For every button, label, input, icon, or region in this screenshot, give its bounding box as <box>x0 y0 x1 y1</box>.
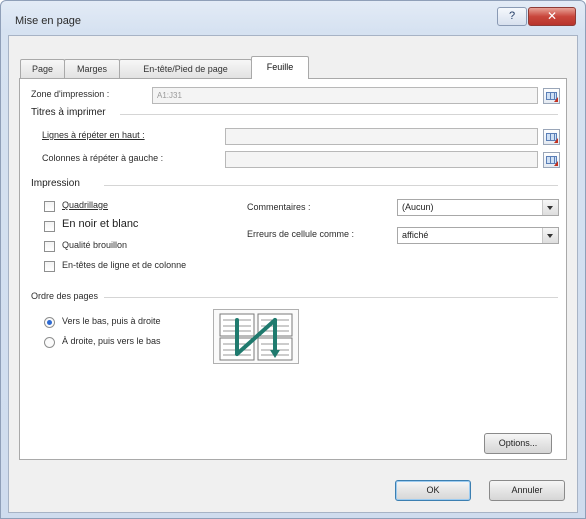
cols-repeat-range-button[interactable] <box>543 152 560 168</box>
cols-repeat-label: Colonnes à répéter à gauche : <box>42 153 164 163</box>
over-then-down-label: À droite, puis vers le bas <box>62 336 161 346</box>
comments-value: (Aucun) <box>402 202 434 212</box>
black-white-checkbox[interactable] <box>44 221 55 232</box>
help-button[interactable]: ? <box>497 7 527 26</box>
comments-select[interactable]: (Aucun) <box>397 199 559 216</box>
page-setup-dialog: Mise en page ? ✕ Page Marges En-tête/Pie… <box>0 0 586 519</box>
ok-button[interactable]: OK <box>395 480 471 501</box>
chevron-down-icon <box>542 200 558 215</box>
rows-repeat-label: Lignes à répéter en haut : <box>42 130 145 140</box>
page-order-down-then-over-icon <box>219 313 293 361</box>
down-then-over-label: Vers le bas, puis à droite <box>62 316 161 326</box>
tab-page[interactable]: Page <box>20 59 65 78</box>
print-titles-separator <box>120 114 558 115</box>
page-order-separator <box>104 297 558 298</box>
print-separator <box>104 185 558 186</box>
tab-margins[interactable]: Marges <box>64 59 120 78</box>
help-icon: ? <box>508 10 516 22</box>
black-white-label: En noir et blanc <box>62 218 139 230</box>
draft-quality-label: Qualité brouillon <box>62 240 128 250</box>
tab-header-footer[interactable]: En-tête/Pied de page <box>119 59 252 78</box>
cell-errors-label: Erreurs de cellule comme : <box>247 229 355 239</box>
print-titles-heading: Titres à imprimer <box>31 107 106 118</box>
gridlines-label: Quadrillage <box>62 200 109 210</box>
rows-repeat-range-button[interactable] <box>543 129 560 145</box>
down-then-over-radio[interactable] <box>44 317 55 328</box>
range-arrow-icon <box>554 97 558 102</box>
tab-sheet[interactable]: Feuille <box>251 56 309 79</box>
page-order-preview <box>213 309 299 364</box>
close-button[interactable]: ✕ <box>528 7 576 26</box>
cell-errors-value: affiché <box>402 230 429 240</box>
options-button[interactable]: Options... <box>484 433 552 454</box>
gridlines-checkbox[interactable] <box>44 201 55 212</box>
sheet-tab-panel: Zone d'impression : A1:J31 Titres à impr… <box>19 78 567 460</box>
row-col-headings-label: En-têtes de ligne et de colonne <box>62 260 187 270</box>
cell-errors-select[interactable]: affiché <box>397 227 559 244</box>
comments-label: Commentaires : <box>247 202 311 212</box>
print-area-range-button[interactable] <box>543 88 560 104</box>
page-order-heading: Ordre des pages <box>31 291 99 301</box>
chevron-down-icon <box>542 228 558 243</box>
cols-repeat-field[interactable] <box>225 151 538 168</box>
print-area-field[interactable]: A1:J31 <box>152 87 538 104</box>
dialog-title: Mise en page <box>15 15 82 27</box>
draft-quality-checkbox[interactable] <box>44 241 55 252</box>
print-area-label: Zone d'impression : <box>31 89 110 99</box>
close-icon: ✕ <box>546 9 558 23</box>
cancel-button[interactable]: Annuler <box>489 480 565 501</box>
title-bar[interactable]: Mise en page ? ✕ <box>1 1 585 35</box>
print-heading: Impression <box>31 178 80 189</box>
dialog-body: Page Marges En-tête/Pied de page Feuille… <box>8 35 578 513</box>
rows-repeat-field[interactable] <box>225 128 538 145</box>
row-col-headings-checkbox[interactable] <box>44 261 55 272</box>
range-arrow-icon <box>554 161 558 166</box>
over-then-down-radio[interactable] <box>44 337 55 348</box>
range-arrow-icon <box>554 138 558 143</box>
